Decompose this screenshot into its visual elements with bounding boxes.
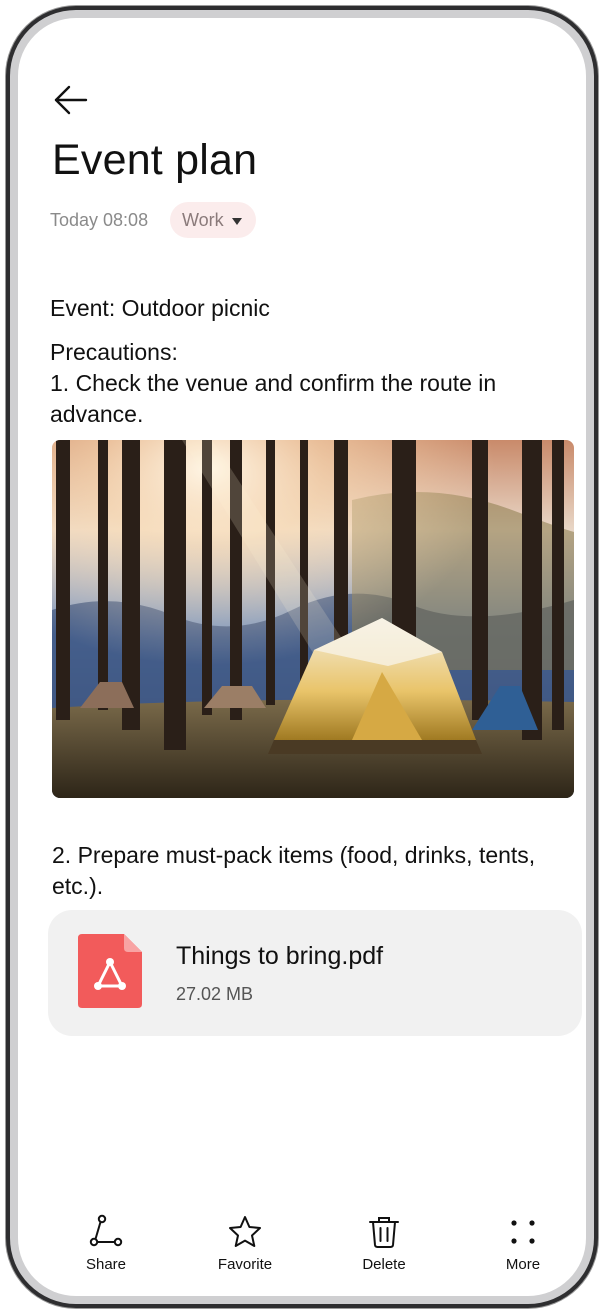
page-title: Event plan bbox=[52, 136, 258, 184]
event-line: Event: Outdoor picnic bbox=[50, 295, 270, 321]
share-button[interactable]: Share bbox=[56, 1214, 156, 1286]
camping-tent-image bbox=[52, 440, 574, 798]
screen: Event plan Today 08:08 Work Event: Outdo… bbox=[18, 18, 586, 1296]
more-button[interactable]: More bbox=[473, 1214, 573, 1286]
precautions-block: Precautions: 1. Check the venue and conf… bbox=[50, 337, 570, 430]
more-label: More bbox=[505, 1256, 541, 1273]
pdf-file-icon bbox=[78, 934, 142, 1008]
share-icon bbox=[89, 1214, 123, 1247]
note-timestamp: Today 08:08 bbox=[50, 210, 149, 230]
delete-label: Delete bbox=[362, 1256, 406, 1273]
star-icon bbox=[229, 1216, 261, 1247]
more-dots-icon bbox=[511, 1220, 535, 1244]
precautions-heading: Precautions: bbox=[50, 339, 178, 365]
back-button[interactable] bbox=[52, 80, 92, 120]
attachment-size: 27.02 MB bbox=[176, 984, 254, 1004]
attachment-card[interactable]: Things to bring.pdf 27.02 MB bbox=[48, 910, 582, 1036]
category-dropdown[interactable]: Work bbox=[170, 202, 256, 238]
bottom-toolbar: Share Favorite Delete More bbox=[18, 1214, 586, 1294]
category-label: Work bbox=[182, 209, 224, 230]
favorite-label: Favorite bbox=[217, 1256, 273, 1273]
favorite-button[interactable]: Favorite bbox=[195, 1214, 295, 1286]
trash-icon bbox=[369, 1217, 399, 1248]
step-1-text: 1. Check the venue and confirm the route… bbox=[50, 370, 497, 427]
caret-down-icon bbox=[231, 217, 242, 225]
delete-button[interactable]: Delete bbox=[334, 1214, 434, 1286]
step-2-text: 2. Prepare must-pack items (food, drinks… bbox=[52, 842, 536, 899]
share-label: Share bbox=[85, 1256, 127, 1273]
arrow-left-icon bbox=[54, 85, 88, 115]
note-image[interactable] bbox=[52, 440, 574, 798]
attachment-name: Things to bring.pdf bbox=[176, 942, 384, 970]
